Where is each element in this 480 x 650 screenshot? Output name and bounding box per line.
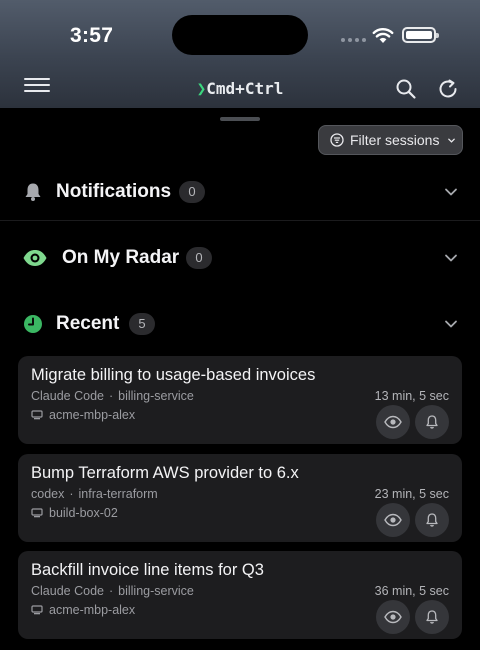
session-card[interactable]: Bump Terraform AWS provider to 6.x codex… [18,454,462,542]
notifications-count-badge: 0 [179,181,205,203]
session-title: Backfill invoice line items for Q3 [31,561,264,579]
watch-button[interactable] [376,503,410,537]
session-meta: Claude Code · billing-service [31,389,194,403]
eye-icon [384,415,402,429]
chevron-down-icon [445,254,457,262]
section-title: Recent [56,313,120,334]
computer-icon [31,605,43,615]
session-host-name: acme-mbp-alex [49,408,136,422]
filter-icon [330,133,344,147]
brand-name: Cmd+Ctrl [206,79,284,98]
sheet-grabber[interactable] [220,117,260,121]
status-time: 3:57 [70,24,114,47]
section-title: Notifications [56,181,172,202]
bell-icon [426,610,438,624]
notify-button[interactable] [415,405,449,439]
section-divider [0,220,480,221]
session-card[interactable]: Migrate billing to usage-based invoices … [18,356,462,444]
eye-icon [23,250,47,266]
top-bar: 3:57 ❯Cmd+Ctrl [0,0,480,108]
session-meta: codex · infra-terraform [31,487,158,501]
session-host-name: build-box-02 [49,506,118,520]
search-icon [396,79,416,99]
bell-icon [25,183,41,201]
session-agent: codex [31,487,65,501]
session-meta: Claude Code · billing-service [31,584,194,598]
chevron-down-icon [448,138,456,143]
eye-icon [384,610,402,624]
section-on-my-radar[interactable]: On My Radar 0 [0,234,480,282]
watch-button[interactable] [376,600,410,634]
session-host: acme-mbp-alex [31,603,135,617]
session-repo: billing-service [118,584,194,598]
search-button[interactable] [395,78,417,100]
chevron-down-icon [445,188,457,196]
filter-sessions-button[interactable]: Filter sessions [318,125,463,155]
watch-button[interactable] [376,405,410,439]
session-elapsed: 13 min, 5 sec [374,389,449,403]
bell-icon [426,513,438,527]
wifi-icon [372,26,394,49]
computer-icon [31,410,43,420]
section-title: On My Radar [62,247,180,268]
refresh-button[interactable] [437,78,459,100]
section-recent[interactable]: Recent 5 [0,300,480,348]
battery-icon [402,27,439,43]
session-repo: infra-terraform [78,487,158,501]
notify-button[interactable] [415,503,449,537]
session-host: build-box-02 [31,506,118,520]
session-card[interactable]: Backfill invoice line items for Q3 Claud… [18,551,462,639]
refresh-icon [439,79,457,98]
session-agent: Claude Code [31,584,104,598]
filter-label: Filter sessions [350,132,440,148]
eye-icon [384,513,402,527]
session-title: Bump Terraform AWS provider to 6.x [31,464,299,482]
recent-count-badge: 5 [129,313,155,335]
session-elapsed: 23 min, 5 sec [374,487,449,501]
dynamic-island [172,15,308,55]
session-host: acme-mbp-alex [31,408,135,422]
session-title: Migrate billing to usage-based invoices [31,366,316,384]
session-elapsed: 36 min, 5 sec [374,584,449,598]
brand-prompt: ❯ [196,79,207,98]
session-host-name: acme-mbp-alex [49,603,136,617]
session-agent: Claude Code [31,389,104,403]
cellular-signal-icon [341,38,366,42]
chevron-down-icon [445,320,457,328]
radar-count-badge: 0 [186,247,212,269]
computer-icon [31,508,43,518]
session-repo: billing-service [118,389,194,403]
bell-icon [426,415,438,429]
notify-button[interactable] [415,600,449,634]
clock-icon [24,315,42,333]
section-notifications[interactable]: Notifications 0 [0,168,480,216]
